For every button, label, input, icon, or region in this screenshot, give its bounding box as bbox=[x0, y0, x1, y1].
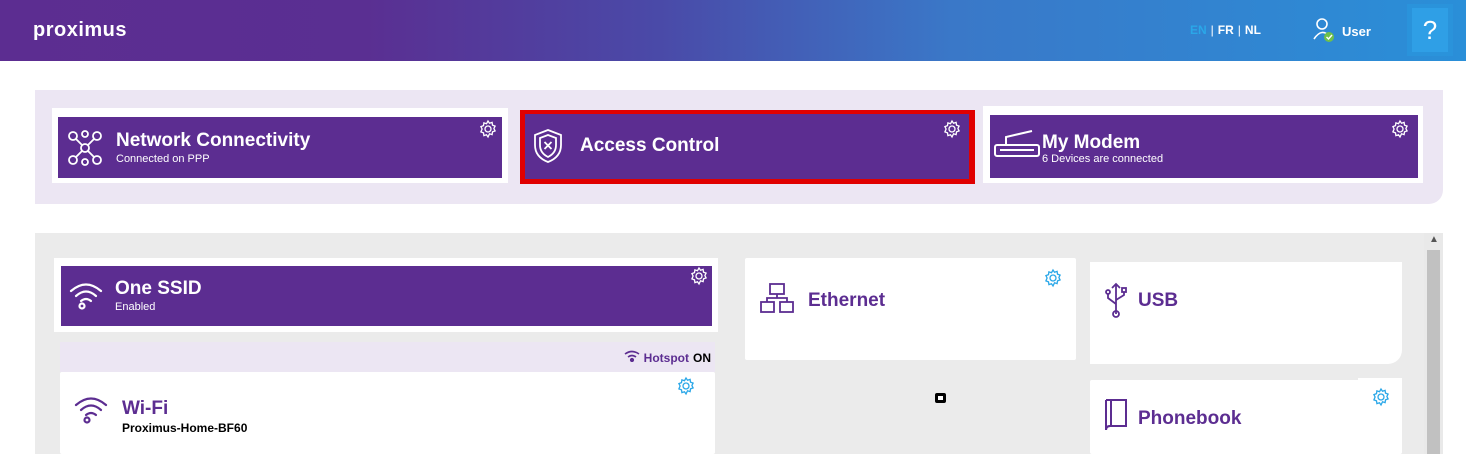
hotspot-status[interactable]: Hotspot ON bbox=[624, 350, 711, 365]
access-control-title: Access Control bbox=[580, 135, 720, 156]
my-modem-title: My Modem bbox=[1042, 132, 1141, 153]
access-control-tile[interactable]: Access Control bbox=[525, 114, 969, 179]
network-connectivity-tile[interactable]: Network Connectivity Connected on PPP bbox=[58, 117, 502, 178]
phonebook-icon bbox=[1102, 396, 1130, 439]
scrollbar-thumb[interactable] bbox=[1427, 250, 1440, 454]
proximus-logo[interactable]: proximus bbox=[33, 19, 127, 42]
wifi-title: Wi-Fi bbox=[122, 398, 169, 419]
one-ssid-title: One SSID bbox=[115, 278, 202, 299]
usb-icon bbox=[1104, 282, 1128, 323]
network-connectivity-status: Connected on PPP bbox=[116, 153, 210, 165]
shield-icon bbox=[533, 128, 563, 169]
ethernet-card[interactable]: Ethernet bbox=[745, 258, 1076, 360]
network-settings-gear-icon[interactable] bbox=[478, 119, 498, 139]
user-icon bbox=[1312, 17, 1336, 46]
user-menu[interactable]: User bbox=[1302, 6, 1382, 56]
one-ssid-gear-icon[interactable] bbox=[689, 266, 709, 286]
ethernet-gear-icon[interactable] bbox=[1043, 268, 1063, 288]
one-ssid-tile[interactable]: One SSID Enabled bbox=[61, 266, 712, 326]
phonebook-title: Phonebook bbox=[1138, 408, 1242, 429]
usb-title: USB bbox=[1138, 290, 1179, 311]
help-button[interactable]: ? bbox=[1407, 4, 1453, 56]
modem-icon bbox=[992, 127, 1042, 164]
phonebook-card[interactable]: Phonebook bbox=[1090, 380, 1402, 454]
help-icon: ? bbox=[1412, 8, 1448, 52]
wifi-card-icon bbox=[74, 394, 108, 429]
lang-fr[interactable]: FR bbox=[1218, 23, 1234, 37]
wifi-icon bbox=[69, 280, 103, 315]
modem-settings-gear-icon[interactable] bbox=[1390, 119, 1410, 139]
hotspot-state: ON bbox=[693, 350, 711, 365]
network-icon bbox=[66, 130, 104, 171]
wifi-gear-icon[interactable] bbox=[676, 376, 696, 396]
my-modem-tile[interactable]: My Modem 6 Devices are connected bbox=[990, 115, 1418, 178]
lang-en[interactable]: EN bbox=[1190, 23, 1207, 37]
my-modem-status: 6 Devices are connected bbox=[1042, 153, 1164, 165]
user-label: User bbox=[1342, 23, 1371, 39]
hotspot-wifi-icon bbox=[624, 350, 640, 365]
lang-nl[interactable]: NL bbox=[1245, 23, 1261, 37]
network-connectivity-title: Network Connectivity bbox=[116, 130, 311, 151]
wifi-card[interactable]: Wi-Fi Proximus-Home-BF60 bbox=[60, 372, 715, 454]
ethernet-title: Ethernet bbox=[808, 290, 886, 311]
phonebook-gear-holder bbox=[1358, 378, 1402, 412]
phonebook-gear-icon[interactable] bbox=[1371, 387, 1391, 407]
hotspot-bar: Hotspot ON bbox=[60, 342, 715, 372]
ethernet-icon bbox=[759, 282, 795, 319]
hotspot-label: Hotspot bbox=[643, 350, 689, 365]
usb-card[interactable]: USB bbox=[1090, 262, 1402, 364]
status-indicator bbox=[935, 393, 946, 403]
top-bar: proximus EN | FR | NL User ? bbox=[0, 0, 1466, 61]
wifi-ssid: Proximus-Home-BF60 bbox=[122, 421, 248, 435]
scroll-up-arrow-icon[interactable]: ▲ bbox=[1428, 234, 1440, 246]
one-ssid-status: Enabled bbox=[115, 301, 156, 313]
language-switcher: EN | FR | NL bbox=[1190, 23, 1261, 37]
access-control-gear-icon[interactable] bbox=[942, 119, 962, 139]
